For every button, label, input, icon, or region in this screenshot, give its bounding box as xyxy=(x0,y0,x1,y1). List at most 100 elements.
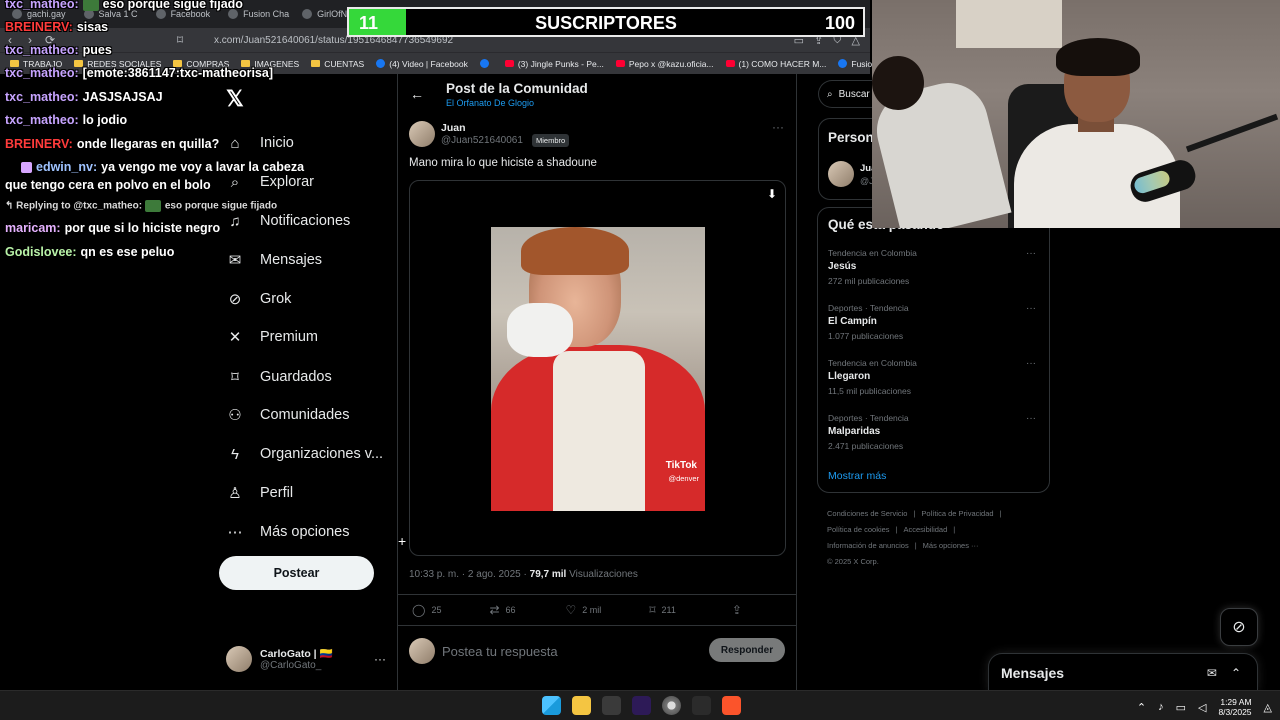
chat-text: por que si lo hiciste negro xyxy=(64,221,221,235)
volume-icon[interactable]: ◁ xyxy=(1198,701,1206,714)
nav-item-perfil[interactable]: ♙ Perfil xyxy=(226,484,293,502)
chat-username: BREINERV: xyxy=(5,137,73,151)
download-icon[interactable]: ⬇ xyxy=(767,187,777,201)
footer-link[interactable]: Información de anuncios xyxy=(827,541,909,550)
reply-button[interactable]: Responder xyxy=(709,638,785,662)
avatar[interactable] xyxy=(828,161,854,187)
footer-separator: | xyxy=(914,541,917,550)
chevron-up-icon[interactable]: ⌃ xyxy=(1137,701,1146,714)
nav-item-organizaciones-v[interactable]: ϟ Organizaciones v... xyxy=(226,445,383,463)
author-handle[interactable]: @Juan521640061 xyxy=(441,135,523,146)
bookmark-item[interactable]: (4) Video | Facebook xyxy=(376,59,468,69)
more-icon[interactable]: ··· xyxy=(374,652,386,666)
mail-icon: ✉ xyxy=(228,252,242,269)
post-actions: ◯ 25 ⇄ 66 ♡ 2 mil ⌑ 211 ⇪ xyxy=(398,594,796,626)
nav-item-mensajes[interactable]: ✉ Mensajes xyxy=(226,251,322,269)
bookmark-item[interactable]: Pepo x @kazu.oficia... xyxy=(615,59,714,69)
bookmark-star-icon[interactable]: ⌑ xyxy=(170,33,190,47)
footer-link[interactable]: Más opciones ··· xyxy=(923,541,979,550)
account-switcher[interactable]: CarloGato | 🇨🇴 @CarloGato_ ··· xyxy=(226,644,386,674)
page-title: Post de la Comunidad xyxy=(446,81,588,96)
nav-item-explorar[interactable]: ⌕ Explorar xyxy=(226,173,314,191)
more-icon[interactable]: ··· xyxy=(1026,303,1036,314)
brave-icon[interactable] xyxy=(722,696,741,715)
nav-item-grok[interactable]: ⊘ Grok xyxy=(226,290,292,308)
community-link[interactable]: El Orfanato De Glogio xyxy=(446,98,534,108)
chat-username: txc_matheo: xyxy=(5,43,79,57)
share-icon: ⇪ xyxy=(731,603,742,617)
nav-item-comunidades[interactable]: ⚇ Comunidades xyxy=(226,406,349,424)
like-action[interactable]: ♡ 2 mil xyxy=(566,603,602,617)
expand-icon[interactable]: ⌃ xyxy=(1231,666,1241,680)
chat-text: lo jodio xyxy=(82,113,128,127)
more-icon[interactable]: ··· xyxy=(1026,248,1036,259)
file-explorer-icon[interactable] xyxy=(572,696,591,715)
post-button[interactable]: Postear xyxy=(219,556,374,590)
clock[interactable]: 1:29 AM 8/3/2025 xyxy=(1218,697,1251,717)
lightning-icon: ϟ xyxy=(231,445,239,463)
footer-link[interactable]: Accesibilidad xyxy=(904,525,948,534)
x-premium-icon: ✕ xyxy=(228,329,242,346)
repost-action[interactable]: ⇄ 66 xyxy=(489,603,515,617)
author-avatar[interactable] xyxy=(409,121,435,147)
premiere-icon[interactable] xyxy=(632,696,651,715)
more-icon[interactable]: ··· xyxy=(1026,413,1036,424)
footer-link[interactable]: © 2025 X Corp. xyxy=(827,557,879,566)
notification-bell-icon[interactable]: ◬ xyxy=(1264,701,1272,714)
footer-link[interactable]: Política de cookies xyxy=(827,525,890,534)
chat-text: ya vengo me voy a lavar la cabeza xyxy=(101,160,305,174)
post-detail-column: ← Post de la Comunidad El Orfanato De Gl… xyxy=(397,74,797,690)
avatar xyxy=(226,646,252,672)
post-text: Mano mira lo que hiciste a shadoune xyxy=(409,157,597,169)
reply-icon: ◯ xyxy=(412,603,426,617)
chat-text: qn es ese peluo xyxy=(80,245,175,259)
bookmark-item[interactable]: (3) Jingle Punks - Pe... xyxy=(504,59,604,69)
x-logo-icon[interactable]: 𝕏 xyxy=(226,86,244,112)
windows-start-icon[interactable] xyxy=(542,696,561,715)
nav-item-premium[interactable]: ✕ Premium xyxy=(226,328,318,346)
chat-message: edwin_nv: ya vengo me voy a lavar la cabe… xyxy=(5,160,304,174)
more-icon[interactable]: ··· xyxy=(1026,358,1036,369)
bookmark-item[interactable] xyxy=(479,59,493,68)
new-message-icon[interactable]: ✉ xyxy=(1207,666,1217,680)
streamlabs-icon[interactable] xyxy=(692,696,711,715)
footer-link[interactable]: Política de Privacidad xyxy=(921,509,993,518)
nav-item-guardados[interactable]: ⌑ Guardados xyxy=(226,368,332,386)
bookmark-item[interactable]: CUENTAS xyxy=(311,59,364,69)
subscriber-goal-bar: SUSCRIPTORES 11 100 xyxy=(347,7,865,37)
trend-item[interactable]: Deportes · Tendencia El Campín 1.077 publi… xyxy=(828,303,1040,341)
nav-item-más-opciones[interactable]: ⋯ Más opciones xyxy=(226,523,350,541)
show-more-link[interactable]: Mostrar más xyxy=(828,470,886,482)
back-arrow-icon[interactable]: ← xyxy=(410,86,424,102)
footer-link[interactable]: Condiciones de Servicio xyxy=(827,509,907,518)
chat-message: txc_matheo: lo jodio xyxy=(5,113,127,127)
search-input[interactable]: ⌕ Buscar xyxy=(818,80,878,108)
microphone-icon[interactable]: ♪ xyxy=(1158,701,1164,713)
trend-item[interactable]: Tendencia en Colombia Jesús 272 mil public… xyxy=(828,248,1040,286)
trend-item[interactable]: Tendencia en Colombia Llegaron 11,5 mil pu… xyxy=(828,358,1040,396)
nav-item-inicio[interactable]: ⌂ Inicio xyxy=(226,134,293,152)
video-thumbnail[interactable]: TikTok @denver xyxy=(491,227,705,511)
messages-drawer[interactable]: Mensajes ✉ ⌃ xyxy=(988,653,1258,691)
grok-float-button[interactable]: ⊘ xyxy=(1220,608,1258,646)
chat-username: edwin_nv: xyxy=(36,160,98,174)
trend-item[interactable]: Deportes · Tendencia Malparidas 2.471 publ… xyxy=(828,413,1040,451)
chat-reply-context: ↰ Replying to @txc_matheo: eso porque si… xyxy=(5,200,278,212)
author-name[interactable]: Juan xyxy=(441,122,466,134)
bookmark-item[interactable]: (1) COMO HACER M... xyxy=(725,59,826,69)
display-icon[interactable]: ▭ xyxy=(1176,701,1186,714)
epic-games-icon[interactable] xyxy=(602,696,621,715)
post-more-icon[interactable]: ··· xyxy=(772,120,784,134)
footer-separator: | xyxy=(953,525,956,534)
chrome-icon[interactable] xyxy=(662,696,681,715)
chat-message: que tengo cera en polvo en el bolo xyxy=(5,178,211,192)
post-media[interactable]: ⬇ TikTok @denver xyxy=(409,180,786,556)
reply-input[interactable] xyxy=(442,640,702,662)
views-count[interactable]: 79,7 mil xyxy=(530,569,567,580)
web-icon xyxy=(838,59,848,68)
nav-item-notificaciones[interactable]: ♫ Notificaciones xyxy=(226,212,350,230)
reply-action[interactable]: ◯ 25 xyxy=(412,603,441,617)
share-action[interactable]: ⇪ xyxy=(732,603,742,617)
bookmark-action[interactable]: ⌑ 211 xyxy=(649,603,676,617)
chat-username: BREINERV: xyxy=(5,20,73,34)
